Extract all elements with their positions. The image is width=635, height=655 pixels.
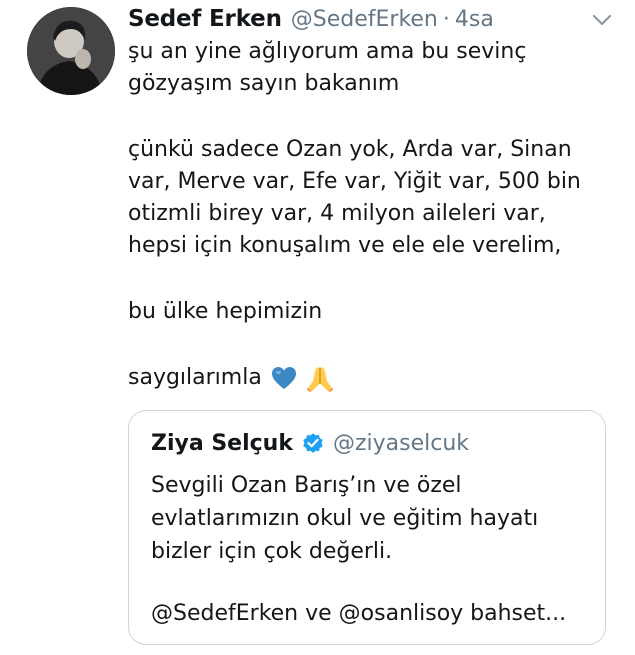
tweet-text: şu an yine ağlıyorum ama bu sevinç gözya…: [128, 36, 608, 394]
tweet-text-line: var, Merve var, Efe var, Yiğit var, 500 …: [128, 169, 581, 194]
quoted-author-name: Ziya Selçuk: [151, 430, 293, 456]
tweet-text-blank: [128, 262, 608, 296]
author-name[interactable]: Sedef Erken: [128, 6, 282, 32]
timestamp[interactable]: 4sa: [455, 7, 494, 32]
tweet-text-blank: [128, 328, 608, 362]
tweet-text-line: bu ülke hepimizin: [128, 299, 323, 324]
tweet-text-blank: [128, 100, 608, 134]
quoted-tweet-header: Ziya Selçuk @ziyaselcuk: [151, 426, 469, 460]
tweet-text-line: otizmli birey var, 4 milyon aileleri var…: [128, 201, 546, 226]
author-handle[interactable]: @SedefErken: [291, 7, 438, 32]
separator: ·: [442, 6, 450, 32]
tweet-text-line: şu an yine ağlıyorum ama bu sevinç: [128, 39, 527, 64]
tweet-text-line: hepsi için konuşalım ve ele ele verelim,: [128, 233, 562, 258]
avatar[interactable]: [27, 7, 115, 95]
quoted-text-line: evlatlarımızın okul ve eğitim hayatı: [151, 506, 539, 531]
quoted-text-blank: [151, 568, 591, 597]
tweet-text-line: çünkü sadece Ozan yok, Arda var, Sinan: [128, 137, 572, 162]
chevron-down-icon[interactable]: [588, 8, 616, 32]
tweet-text-line-emoji: saygılarımla: [128, 362, 608, 394]
tweet-text-closing: saygılarımla: [128, 365, 262, 390]
quoted-tweet-text: Sevgili Ozan Barış’ın ve özel evlatlarım…: [151, 469, 591, 630]
tweet-text-line: gözyaşım sayın bakanım: [128, 71, 400, 96]
quoted-tweet-card[interactable]: Ziya Selçuk @ziyaselcuk Sevgili Ozan Bar…: [128, 410, 606, 645]
quoted-text-line: bizler için çok değerli.: [151, 539, 393, 564]
tweet[interactable]: Sedef Erken @SedefErken · 4sa şu an yine…: [0, 0, 635, 655]
blue-heart-icon: [270, 364, 298, 392]
tweet-header: Sedef Erken @SedefErken · 4sa: [128, 2, 494, 36]
verified-badge-icon: [303, 433, 323, 453]
quoted-text-line: @SedefErken ve @osanlisoy bahset...: [151, 601, 567, 626]
quoted-text-line: Sevgili Ozan Barış’ın ve özel: [151, 473, 462, 498]
quoted-author-handle: @ziyaselcuk: [332, 430, 470, 456]
folded-hands-icon: [306, 364, 334, 392]
avatar-photo: [27, 7, 115, 95]
